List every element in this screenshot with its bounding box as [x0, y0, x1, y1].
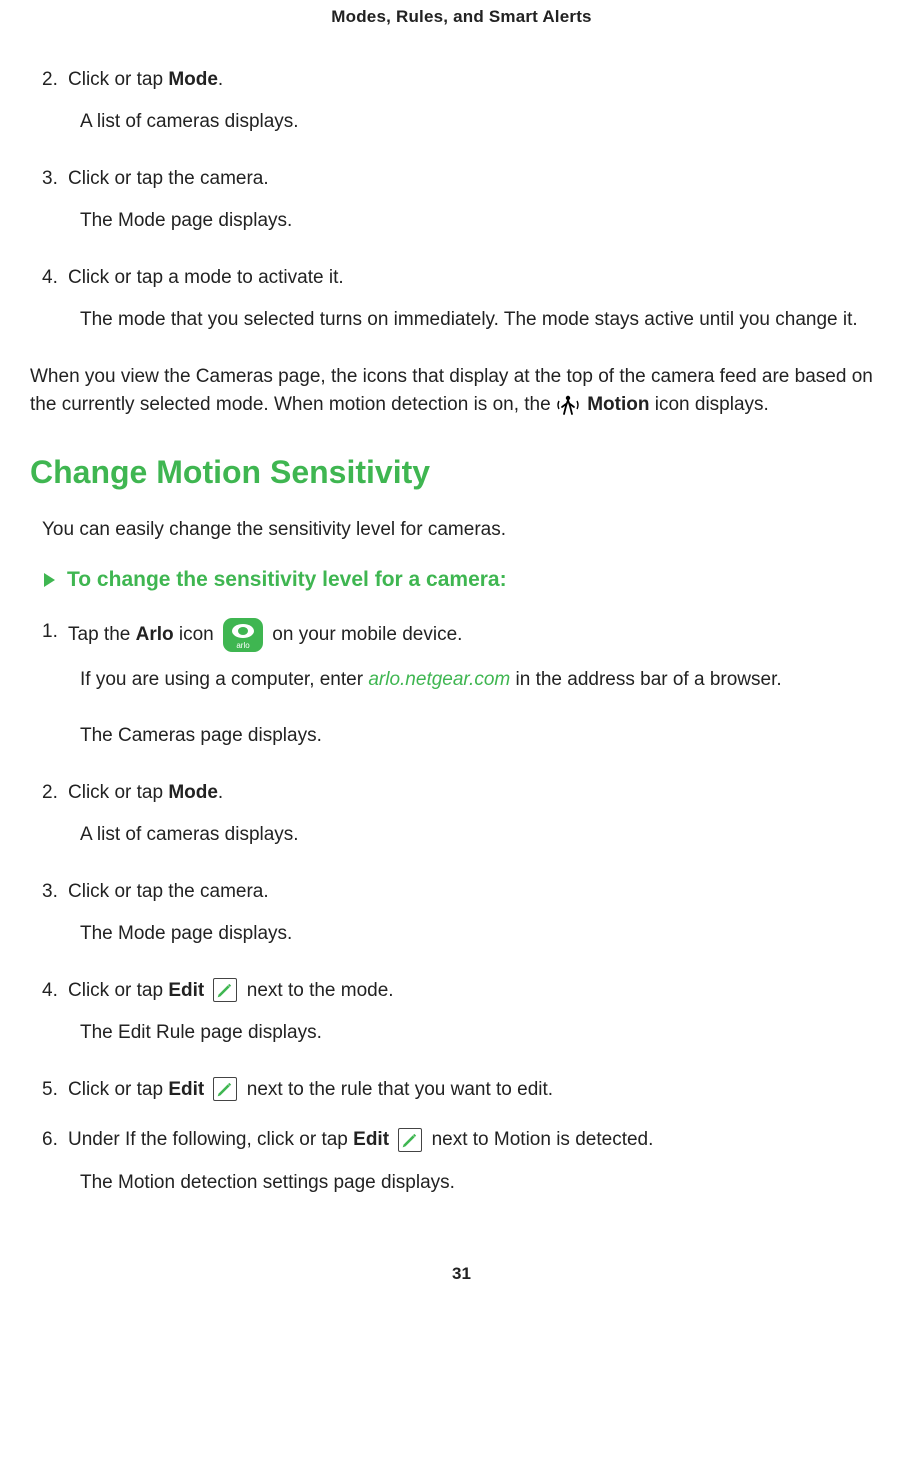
step-2: 2. Click or tap Mode.	[30, 66, 893, 95]
step-3-num: 3.	[30, 165, 68, 194]
s2-step-2-num: 2.	[30, 779, 68, 808]
intro-text: You can easily change the sensitivity le…	[30, 516, 893, 545]
text: .	[218, 69, 223, 90]
step-2-desc: A list of cameras displays.	[30, 108, 893, 137]
s2-step-5-num: 5.	[30, 1076, 68, 1105]
triangle-bullet-icon	[44, 573, 55, 587]
mode-bold: Mode	[168, 782, 218, 803]
s2-step-4: 4. Click or tap Edit next to the mode.	[30, 977, 893, 1006]
step-4: 4. Click or tap a mode to activate it.	[30, 264, 893, 293]
step-4-num: 4.	[30, 264, 68, 293]
s2-step-6: 6. Under If the following, click or tap …	[30, 1126, 893, 1155]
arlo-bold: Arlo	[136, 624, 174, 645]
s2-step-2-text: Click or tap Mode.	[68, 779, 893, 808]
text	[204, 980, 209, 1001]
s2-step-1-desc1: If you are using a computer, enter arlo.…	[30, 666, 893, 695]
text: in the address bar of a browser.	[510, 669, 781, 690]
text: Under If the following, click or tap	[68, 1129, 353, 1150]
s2-step-3-block: 3. Click or tap the camera. The Mode pag…	[30, 878, 893, 949]
s2-step-4-block: 4. Click or tap Edit next to the mode. T…	[30, 977, 893, 1048]
s2-step-4-num: 4.	[30, 977, 68, 1006]
s2-step-1: 1. Tap the Arlo icon arlo on your mobile…	[30, 618, 893, 652]
step-4-text: Click or tap a mode to activate it.	[68, 264, 893, 293]
page-header: Modes, Rules, and Smart Alerts	[30, 0, 893, 66]
subheading-text: To change the sensitivity level for a ca…	[67, 564, 507, 596]
s2-step-3-text: Click or tap the camera.	[68, 878, 893, 907]
text: Click or tap	[68, 1079, 168, 1100]
text	[389, 1129, 394, 1150]
s2-step-2-desc: A list of cameras displays.	[30, 821, 893, 850]
svg-text:arlo: arlo	[236, 641, 250, 650]
s2-step-1-desc2: The Cameras page displays.	[30, 722, 893, 751]
s2-step-3-num: 3.	[30, 878, 68, 907]
text	[204, 1079, 209, 1100]
s2-step-6-block: 6. Under If the following, click or tap …	[30, 1126, 893, 1197]
s2-step-3-desc: The Mode page displays.	[30, 920, 893, 949]
s2-step-2: 2. Click or tap Mode.	[30, 779, 893, 808]
step-3-text: Click or tap the camera.	[68, 165, 893, 194]
subheading-row: To change the sensitivity level for a ca…	[30, 564, 893, 596]
s2-step-1-text: Tap the Arlo icon arlo on your mobile de…	[68, 618, 893, 652]
step-2-num: 2.	[30, 66, 68, 95]
step-4-block: 4. Click or tap a mode to activate it. T…	[30, 264, 893, 335]
edit-bold: Edit	[168, 1079, 204, 1100]
arlo-url: arlo.netgear.com	[368, 669, 510, 690]
text: icon displays.	[649, 394, 768, 415]
s2-step-1-num: 1.	[30, 618, 68, 652]
page-content: Modes, Rules, and Smart Alerts 2. Click …	[0, 0, 923, 1297]
motion-icon	[556, 394, 580, 416]
section-1: 2. Click or tap Mode. A list of cameras …	[30, 66, 893, 420]
edit-icon	[213, 1077, 237, 1101]
edit-icon	[213, 978, 237, 1002]
text: Click or tap	[68, 69, 168, 90]
s2-step-1-block: 1. Tap the Arlo icon arlo on your mobile…	[30, 618, 893, 751]
text: Tap the	[68, 624, 136, 645]
s2-step-5-block: 5. Click or tap Edit next to the rule th…	[30, 1076, 893, 1105]
s2-step-5: 5. Click or tap Edit next to the rule th…	[30, 1076, 893, 1105]
edit-icon	[398, 1128, 422, 1152]
step-2-text: Click or tap Mode.	[68, 66, 893, 95]
text: icon	[174, 624, 219, 645]
s2-step-2-block: 2. Click or tap Mode. A list of cameras …	[30, 779, 893, 850]
s2-step-6-num: 6.	[30, 1126, 68, 1155]
step-3-desc: The Mode page displays.	[30, 207, 893, 236]
s2-step-6-desc: The Motion detection settings page displ…	[30, 1169, 893, 1198]
step-3: 3. Click or tap the camera.	[30, 165, 893, 194]
arlo-icon: arlo	[223, 618, 263, 652]
text: next to Motion is detected.	[426, 1129, 653, 1150]
text: Click or tap	[68, 782, 168, 803]
edit-bold: Edit	[353, 1129, 389, 1150]
s2-step-4-text: Click or tap Edit next to the mode.	[68, 977, 893, 1006]
s2-step-3: 3. Click or tap the camera.	[30, 878, 893, 907]
text: .	[218, 782, 223, 803]
motion-paragraph: When you view the Cameras page, the icon…	[30, 363, 893, 420]
s2-step-4-desc: The Edit Rule page displays.	[30, 1019, 893, 1048]
step-4-desc: The mode that you selected turns on imme…	[30, 306, 893, 335]
text: on your mobile device.	[267, 624, 462, 645]
motion-bold: Motion	[582, 394, 650, 415]
page-number: 31	[30, 1261, 893, 1297]
text: Click or tap	[68, 980, 168, 1001]
mode-bold: Mode	[168, 69, 218, 90]
step-3-block: 3. Click or tap the camera. The Mode pag…	[30, 165, 893, 236]
text: If you are using a computer, enter	[80, 669, 368, 690]
step-2-block: 2. Click or tap Mode. A list of cameras …	[30, 66, 893, 137]
s2-step-5-text: Click or tap Edit next to the rule that …	[68, 1076, 893, 1105]
heading-change-motion-sensitivity: Change Motion Sensitivity	[30, 448, 893, 496]
section-2: 1. Tap the Arlo icon arlo on your mobile…	[30, 618, 893, 1198]
text: next to the rule that you want to edit.	[241, 1079, 553, 1100]
text: next to the mode.	[241, 980, 393, 1001]
s2-step-6-text: Under If the following, click or tap Edi…	[68, 1126, 893, 1155]
edit-bold: Edit	[168, 980, 204, 1001]
